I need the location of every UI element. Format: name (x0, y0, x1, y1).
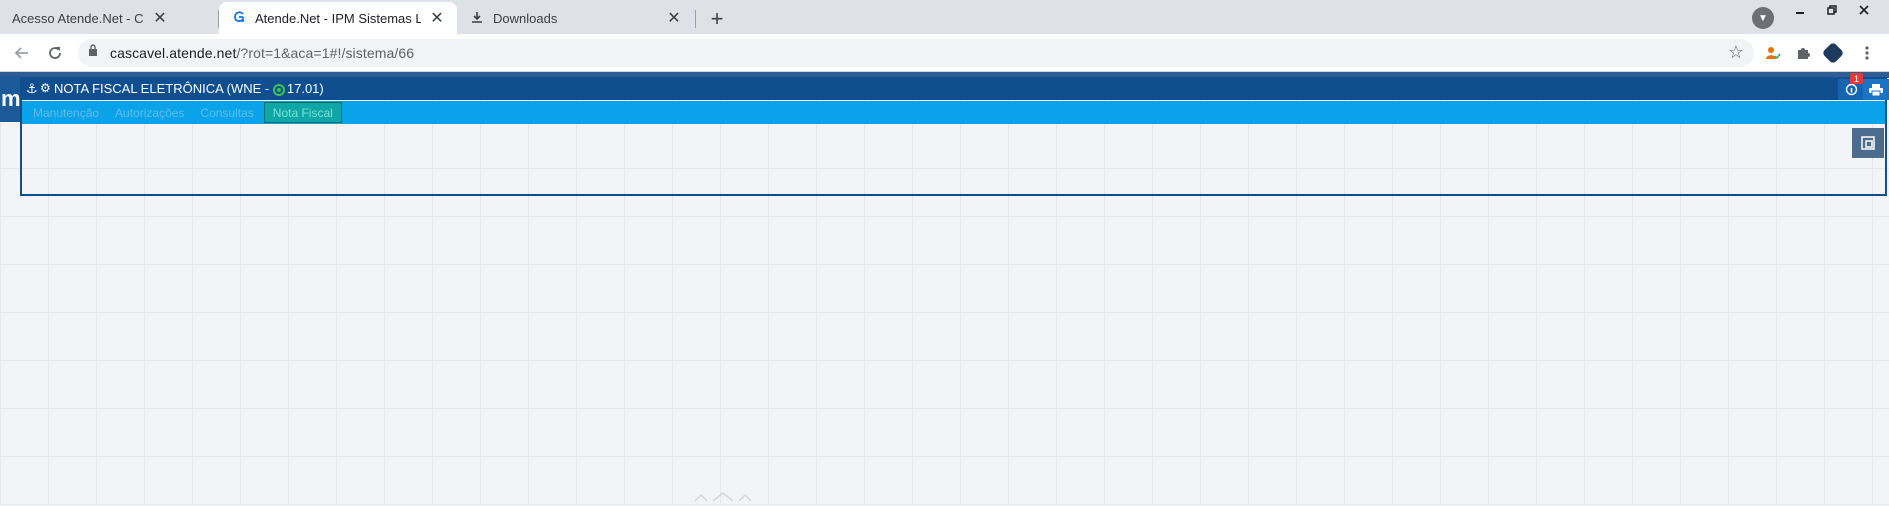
kebab-menu-icon[interactable] (1856, 42, 1878, 64)
lock-icon (88, 44, 98, 59)
decorative-ornament-icon (693, 490, 753, 506)
browser-tab-strip: Acesso Atende.Net - Cascavel/PR ✕ Atende… (0, 0, 1889, 34)
anchor-icon[interactable]: ⚓ (26, 81, 38, 97)
address-bar[interactable]: cascavel.atende.net/?rot=1&aca=1#!/siste… (78, 39, 1754, 67)
profile-extension-icon[interactable] (1762, 42, 1784, 64)
tab-search-icon[interactable]: ▼ (1752, 7, 1774, 29)
download-icon (469, 10, 485, 26)
diamond-extension-icon[interactable] (1821, 41, 1845, 65)
tab-separator (695, 10, 696, 28)
print-button[interactable] (1863, 79, 1889, 100)
star-icon[interactable]: ☆ (1728, 42, 1744, 63)
tab-atende-ipm[interactable]: Atende.Net - IPM Sistemas Ltda ✕ (219, 2, 457, 34)
tab-title: Downloads (493, 10, 558, 26)
close-tab-icon[interactable]: ✕ (666, 8, 682, 28)
back-arrow-icon[interactable] (11, 42, 33, 64)
menu-item-manutencao[interactable]: Manutenção (25, 101, 107, 124)
tab-title: Atende.Net - IPM Sistemas Ltda (255, 10, 421, 26)
window-version-text: 17.01) (286, 81, 324, 96)
url-path: /?rot=1&aca=1#!/sistema/66 (236, 45, 415, 61)
new-tab-button[interactable]: + (703, 5, 731, 33)
menu-item-consultas[interactable]: Consultas (192, 101, 261, 124)
menu-item-nota-fiscal[interactable]: Nota Fiscal (263, 102, 342, 123)
notification-badge: 1 (1850, 73, 1863, 84)
window-title-text: NOTA FISCAL ELETRÔNICA (WNE - (54, 81, 273, 96)
settings-gear-icon[interactable]: ⚙ (40, 81, 51, 95)
close-window-icon[interactable] (1848, 0, 1880, 20)
close-tab-icon[interactable]: ✕ (429, 8, 445, 28)
window-header: ⚓ ⚙ NOTA FISCAL ELETRÔNICA (WNE - 17.01)… (22, 73, 1889, 100)
close-tab-icon[interactable]: ✕ (152, 8, 168, 28)
menu-item-autorizacoes[interactable]: Autorizações (107, 101, 192, 124)
window-title: NOTA FISCAL ELETRÔNICA (WNE - 17.01) (54, 81, 324, 96)
restore-windows-icon[interactable] (1852, 128, 1884, 158)
system-window: ⚓ ⚙ NOTA FISCAL ELETRÔNICA (WNE - 17.01)… (20, 73, 1889, 196)
system-menu-bar: Manutenção Autorizações Consultas Nota F… (22, 101, 1885, 124)
tab-title: Acesso Atende.Net - Cascavel/PR (12, 10, 144, 26)
tab-acesso-atende[interactable]: Acesso Atende.Net - Cascavel/PR ✕ (0, 2, 180, 34)
url-host: cascavel.atende.net (110, 45, 237, 61)
puzzle-icon[interactable] (1792, 42, 1814, 64)
tab-downloads[interactable]: Downloads ✕ (457, 2, 694, 34)
atende-favicon-icon (231, 10, 247, 27)
reload-icon[interactable] (44, 42, 66, 64)
app-workspace: m ⚓ ⚙ NOTA FISCAL ELETRÔNICA (WNE - 17.0… (0, 72, 1889, 505)
loading-ring-icon (272, 84, 285, 96)
url-text: cascavel.atende.net/?rot=1&aca=1#!/siste… (110, 45, 414, 61)
restore-window-icon[interactable] (1816, 0, 1848, 20)
app-logo[interactable]: m (0, 76, 20, 122)
browser-toolbar: cascavel.atende.net/?rot=1&aca=1#!/siste… (0, 34, 1889, 72)
minimize-icon[interactable] (1784, 0, 1816, 20)
